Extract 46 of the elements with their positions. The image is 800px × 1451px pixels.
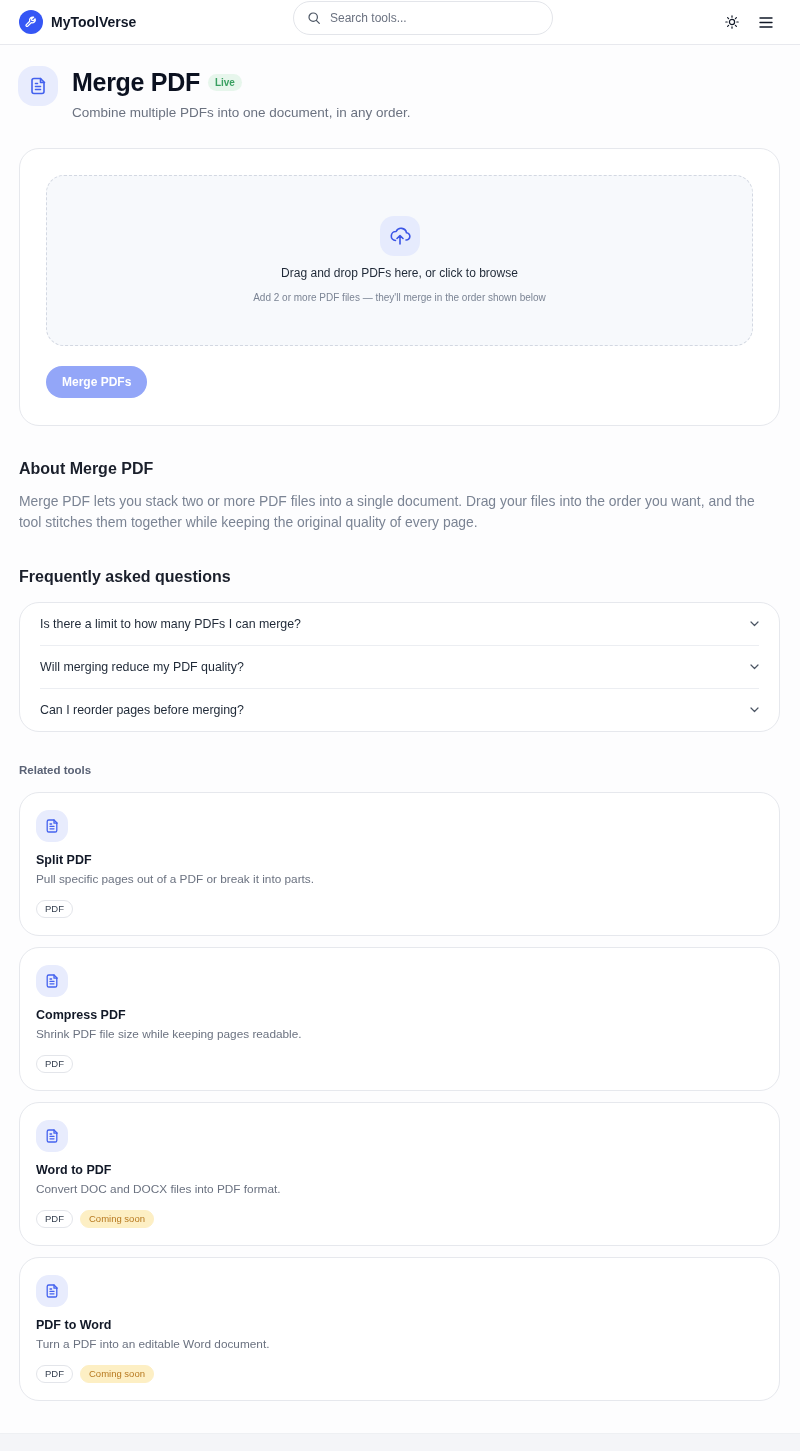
tool-description: Turn a PDF into an editable Word document. <box>36 1336 270 1352</box>
menu-icon[interactable] <box>759 16 773 28</box>
status-tag: Coming soon <box>80 1365 154 1383</box>
section-heading: About Merge PDF <box>19 459 155 479</box>
chevron-icon <box>750 621 759 627</box>
document-icon <box>36 810 68 842</box>
tool-description: Shrink PDF file size while keeping pages readable. <box>36 1026 302 1042</box>
sun-icon[interactable] <box>725 15 739 29</box>
brand-name[interactable]: MyToolVerse <box>51 14 137 30</box>
document-icon <box>36 1275 68 1307</box>
drop-hint: Add 2 or more PDF files — they'll merge in the order shown below <box>253 291 546 305</box>
tool-description: Pull specific pages out of a PDF or break it into parts. <box>36 871 315 887</box>
format-tag: PDF <box>36 1210 73 1228</box>
wrench-logo-icon[interactable] <box>19 10 43 34</box>
status-badge: Live <box>207 73 242 91</box>
tool-title: PDF to Word <box>36 1317 112 1334</box>
faq-item[interactable]: Can I reorder pages before merging? <box>40 689 759 731</box>
document-icon <box>18 66 58 106</box>
tool-description: Convert DOC and DOCX files into PDF format. <box>36 1181 281 1197</box>
section-heading: Frequently asked questions <box>19 567 232 587</box>
faq-item[interactable]: Will merging reduce my PDF quality? <box>40 646 759 688</box>
document-icon <box>36 1120 68 1152</box>
tool-title: Word to PDF <box>36 1162 112 1179</box>
status-tag: Coming soon <box>80 1210 154 1228</box>
page-subtitle: Combine multiple PDFs into one document, in any order. <box>72 104 411 122</box>
tool-card[interactable]: Compress PDF Shrink PDF file size while keeping pages readable. PDF <box>19 947 780 1091</box>
about-text: Merge PDF lets you stack two or more PDF files into a single document. Drag your files into the order you want, and the tool stitches them together while keeping the original quality of every page. <box>19 492 756 532</box>
section-heading: Related tools <box>19 763 92 778</box>
tool-card[interactable]: PDF to Word Turn a PDF into an editable Word document. PDF Coming soon <box>19 1257 780 1401</box>
tool-title: Compress PDF <box>36 1007 126 1024</box>
search-field[interactable]: Search tools... <box>293 1 553 35</box>
drop-prompt: Drag and drop PDFs here, or click to browse <box>281 265 518 281</box>
tool-title: Split PDF <box>36 852 92 869</box>
page-title: Merge PDF <box>72 67 200 97</box>
cloud-upload-icon <box>379 216 420 256</box>
format-tag: PDF <box>36 1365 73 1383</box>
tool-card[interactable]: Split PDF Pull specific pages out of a PDF or break it into parts. PDF <box>19 792 780 936</box>
faq-item[interactable]: Is there a limit to how many PDFs I can merge? <box>40 603 759 645</box>
chevron-icon <box>750 664 759 670</box>
format-tag: PDF <box>36 900 73 918</box>
document-icon <box>36 965 68 997</box>
drop-zone[interactable]: Drag and drop PDFs here, or click to browse Add 2 or more PDF files — they'll merge in the order shown below <box>46 175 753 346</box>
chevron-icon <box>750 707 759 713</box>
search-icon <box>308 12 320 24</box>
format-tag: PDF <box>36 1055 73 1073</box>
tool-card[interactable]: Word to PDF Convert DOC and DOCX files into PDF format. PDF Coming soon <box>19 1102 780 1246</box>
